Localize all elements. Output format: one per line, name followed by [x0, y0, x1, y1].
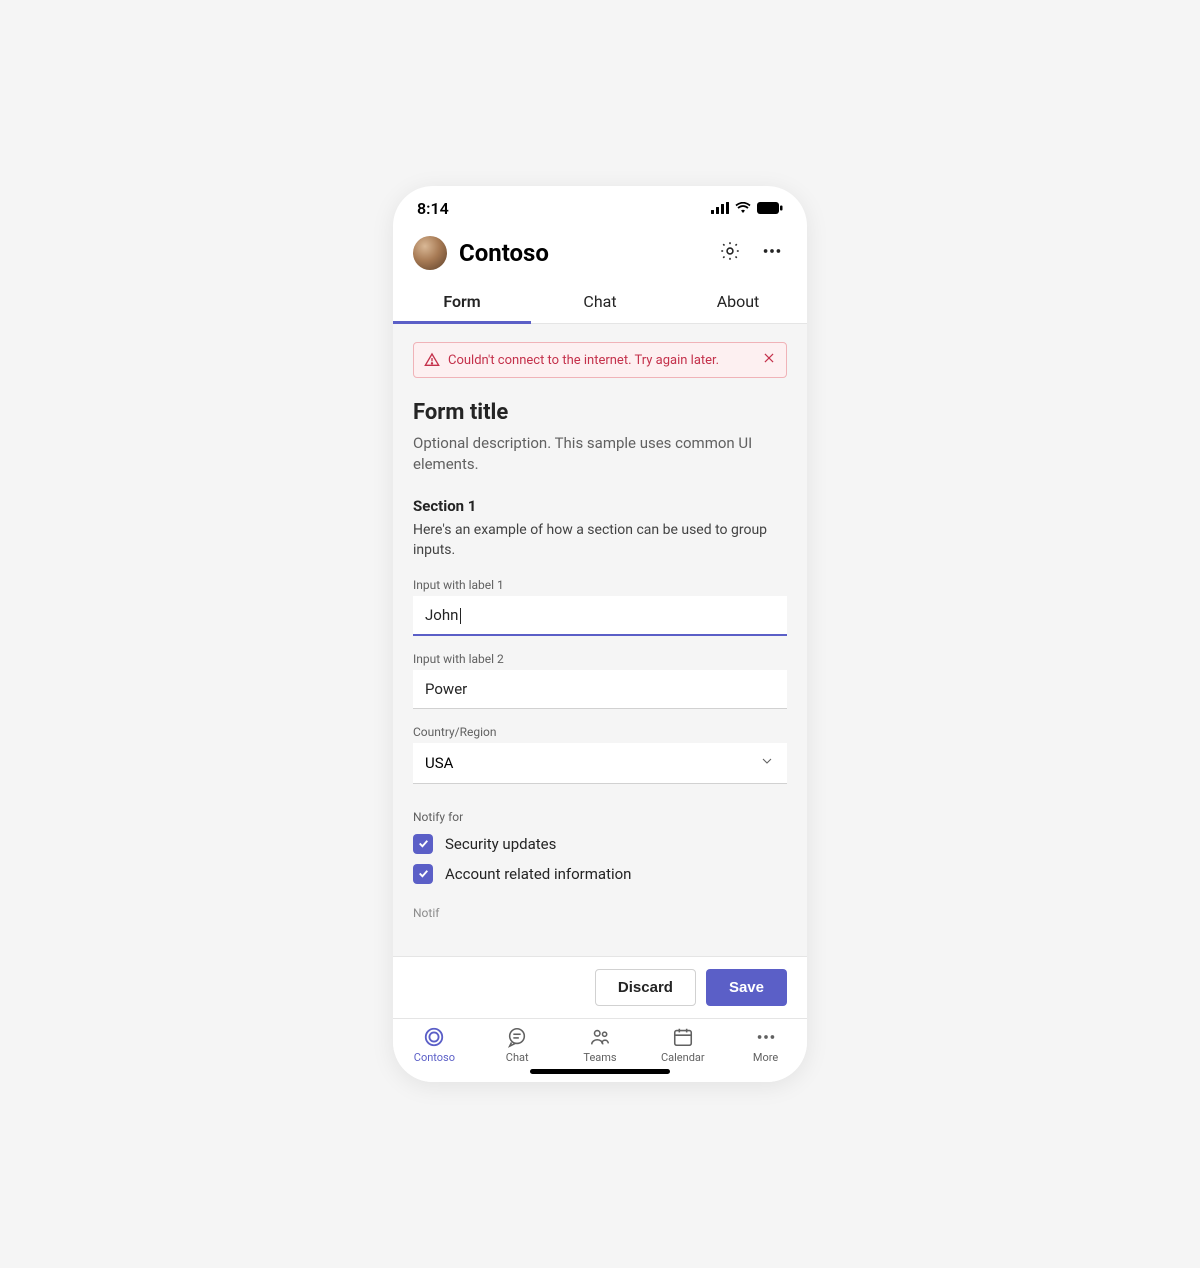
tab-chat[interactable]: Chat [531, 280, 669, 323]
nav-label: Calendar [661, 1051, 705, 1064]
checkbox-account-info[interactable]: Account related information [413, 864, 787, 884]
more-button[interactable] [757, 238, 787, 268]
notify-label: Notify for [413, 810, 787, 824]
alert-close-button[interactable] [762, 351, 776, 369]
nav-label: Teams [583, 1051, 616, 1064]
close-icon [762, 351, 776, 369]
nav-teams[interactable]: Teams [559, 1025, 642, 1064]
country-select[interactable]: USA [413, 743, 787, 784]
input1-field[interactable]: John [413, 596, 787, 636]
nav-label: Contoso [414, 1051, 455, 1064]
home-indicator [530, 1069, 670, 1074]
more-horizontal-icon [754, 1025, 778, 1049]
signal-icon [711, 199, 729, 218]
nav-more[interactable]: More [724, 1025, 807, 1064]
wifi-icon [735, 199, 751, 218]
app-header: Contoso [393, 230, 807, 280]
action-bar: Discard Save [393, 956, 807, 1018]
checkbox-label: Security updates [445, 835, 556, 853]
canvas-background: 8:14 Contoso [50, 74, 1150, 1194]
content-area: Couldn't connect to the internet. Try ag… [393, 324, 807, 956]
text-caret [460, 608, 461, 624]
contoso-icon [422, 1025, 446, 1049]
checkbox-box [413, 864, 433, 884]
input2-label: Input with label 2 [413, 652, 787, 666]
status-time: 8:14 [417, 199, 449, 218]
input2-field[interactable]: Power [413, 670, 787, 709]
calendar-icon [671, 1025, 695, 1049]
nav-label: Chat [506, 1051, 529, 1064]
more-horizontal-icon [761, 240, 783, 266]
country-label: Country/Region [413, 725, 787, 739]
tab-form[interactable]: Form [393, 280, 531, 323]
settings-button[interactable] [715, 238, 745, 268]
field-country: Country/Region USA [413, 725, 787, 784]
input1-label: Input with label 1 [413, 578, 787, 592]
checkmark-icon [417, 865, 430, 884]
country-value: USA [425, 754, 453, 772]
field-input2: Input with label 2 Power [413, 652, 787, 709]
warning-icon [424, 352, 440, 368]
tab-about[interactable]: About [669, 280, 807, 323]
checkbox-box [413, 834, 433, 854]
cutoff-text: Notif [413, 906, 787, 920]
teams-icon [588, 1025, 612, 1049]
avatar[interactable] [413, 236, 447, 270]
checkmark-icon [417, 835, 430, 854]
field-input1: Input with label 1 John [413, 578, 787, 636]
nav-label: More [753, 1051, 778, 1064]
alert-text: Couldn't connect to the internet. Try ag… [448, 353, 754, 368]
discard-button[interactable]: Discard [595, 969, 696, 1006]
gear-icon [719, 240, 741, 266]
battery-icon [757, 199, 783, 218]
chevron-down-icon [759, 753, 775, 773]
save-button[interactable]: Save [706, 969, 787, 1006]
chat-icon [505, 1025, 529, 1049]
tab-bar: Form Chat About [393, 280, 807, 324]
status-bar: 8:14 [393, 186, 807, 230]
phone-frame: 8:14 Contoso [393, 186, 807, 1082]
checkbox-security-updates[interactable]: Security updates [413, 834, 787, 854]
app-title: Contoso [459, 239, 703, 267]
form-description: Optional description. This sample uses c… [413, 433, 787, 475]
nav-chat[interactable]: Chat [476, 1025, 559, 1064]
input2-value: Power [425, 680, 467, 698]
nav-contoso[interactable]: Contoso [393, 1025, 476, 1064]
error-alert: Couldn't connect to the internet. Try ag… [413, 342, 787, 378]
input1-value: John [425, 606, 458, 624]
form-title: Form title [413, 400, 787, 425]
checkbox-label: Account related information [445, 865, 631, 883]
section-description: Here's an example of how a section can b… [413, 521, 787, 560]
nav-calendar[interactable]: Calendar [641, 1025, 724, 1064]
section-title: Section 1 [413, 497, 787, 515]
